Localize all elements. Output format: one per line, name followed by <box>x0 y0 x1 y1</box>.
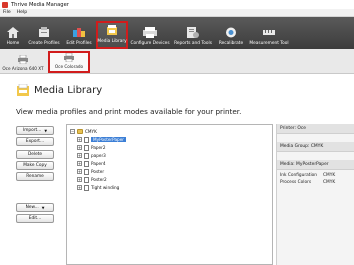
home-icon <box>6 26 20 38</box>
tree-item[interactable]: + paper3 <box>77 152 106 159</box>
main-toolbar: Home Create Profiles Edit Profiles Media… <box>0 17 354 49</box>
configure-devices-label: Configure Devices <box>130 41 170 46</box>
home-button[interactable]: Home <box>2 21 24 49</box>
media-profile-icon <box>84 176 89 183</box>
tree-item-label: Paper2 <box>91 145 106 150</box>
title-bar: Thrive Media Manager <box>0 0 354 9</box>
tree-item[interactable]: + Poster2 <box>77 176 107 183</box>
printer-heading: Printer: Oce <box>277 124 354 134</box>
chevron-down-icon: ▼ <box>44 128 48 133</box>
home-label: Home <box>6 41 20 46</box>
tree-item-label: MyPosterPaper <box>91 137 127 142</box>
menu-file[interactable]: File <box>0 10 14 15</box>
page-subtitle: View media profiles and print modes avai… <box>16 107 242 116</box>
measurement-icon <box>262 26 276 38</box>
edit-button[interactable]: Edit... <box>16 214 54 223</box>
media-heading: Media: MyPosterPaper <box>277 160 354 170</box>
recalibrate-icon <box>224 26 238 38</box>
make-copy-button[interactable]: Make Copy <box>16 161 54 170</box>
edit-profiles-icon <box>72 26 86 38</box>
create-profiles-button[interactable]: Create Profiles <box>26 21 62 49</box>
expand-icon[interactable]: + <box>77 145 82 150</box>
media-group-heading: Media Group: CMYK <box>277 142 354 152</box>
expand-icon[interactable]: + <box>77 153 82 158</box>
new-label: New... <box>25 205 39 210</box>
tree-item[interactable]: + MyPosterPaper <box>77 136 127 143</box>
configure-devices-button[interactable]: Configure Devices <box>130 21 170 49</box>
tree-item[interactable]: + Paper4 <box>77 160 106 167</box>
process-colors-label: Process Colors <box>280 180 312 185</box>
tree-item-label: Tight winding <box>91 185 120 190</box>
media-profile-icon <box>84 168 89 175</box>
tree-item-label: Paper4 <box>91 161 106 166</box>
media-profile-icon <box>84 136 89 143</box>
import-button[interactable]: Import... ▼ <box>16 126 54 135</box>
window-title: Thrive Media Manager <box>11 1 69 8</box>
tree-item-label: Poster <box>91 169 105 174</box>
media-library-label: Media Library <box>97 39 127 44</box>
media-library-icon <box>105 24 119 36</box>
recalibrate-button[interactable]: Recalibrate <box>216 21 246 49</box>
reports-icon <box>186 26 200 38</box>
folder-icon <box>77 129 83 134</box>
create-profiles-icon <box>37 26 51 38</box>
media-library-icon <box>16 83 30 96</box>
expand-icon[interactable]: + <box>77 137 82 142</box>
tree-root-cmyk[interactable]: − CMYK <box>70 128 97 135</box>
process-colors-value: CMYK <box>323 180 336 185</box>
tree-root-label: CMYK <box>85 129 97 134</box>
ink-configuration-value: CMYK <box>323 173 336 178</box>
printer-icon <box>64 52 74 63</box>
import-label: Import... <box>22 128 42 133</box>
ink-configuration-label: Ink Configuration <box>280 173 317 178</box>
expand-icon[interactable]: + <box>77 185 82 190</box>
collapse-icon[interactable]: − <box>70 129 75 134</box>
new-button[interactable]: New... ▼ <box>16 203 54 212</box>
delete-button[interactable]: Delete <box>16 150 54 159</box>
tree-item[interactable]: + Poster <box>77 168 104 175</box>
edit-profiles-button[interactable]: Edit Profiles <box>64 21 94 49</box>
menu-help[interactable]: Help <box>14 10 30 15</box>
reports-and-tools-label: Reports and Tools <box>174 41 212 46</box>
media-profile-icon <box>84 184 89 191</box>
measurement-tool-label: Measurement Tool <box>249 41 289 46</box>
main-content: Media Library View media profiles and pr… <box>0 74 354 265</box>
page-title: Media Library <box>34 84 103 96</box>
printer-oce-arizona-button[interactable]: Oce Arizona 640 XT <box>2 51 44 73</box>
page-header: Media Library <box>16 83 103 96</box>
create-profiles-label: Create Profiles <box>28 41 60 46</box>
media-library-button[interactable]: Media Library <box>96 21 128 49</box>
printer-oce-colorado-button[interactable]: Oce Colorado <box>48 51 90 73</box>
tree-item-label: Poster2 <box>91 177 107 182</box>
media-profile-icon <box>84 152 89 159</box>
tree-item[interactable]: + Tight winding <box>77 184 119 191</box>
expand-icon[interactable]: + <box>77 169 82 174</box>
app-logo-icon <box>2 1 8 8</box>
reports-and-tools-button[interactable]: Reports and Tools <box>172 21 214 49</box>
details-panel: Printer: Oce Media Group: CMYK Media: My… <box>276 124 354 265</box>
chevron-down-icon: ▼ <box>41 205 45 210</box>
media-profile-icon <box>84 160 89 167</box>
printer-icon <box>143 26 157 38</box>
expand-icon[interactable]: + <box>77 177 82 182</box>
tree-item-label: paper3 <box>91 153 106 158</box>
rename-button[interactable]: Rename <box>16 172 54 181</box>
media-profile-icon <box>84 144 89 151</box>
menu-bar: File Help <box>0 9 354 17</box>
recalibrate-label: Recalibrate <box>218 41 244 46</box>
printer-bar: Oce Arizona 640 XT Oce Colorado <box>0 49 354 74</box>
expand-icon[interactable]: + <box>77 161 82 166</box>
printer-oce-arizona-label: Oce Arizona 640 XT <box>2 66 44 71</box>
edit-profiles-label: Edit Profiles <box>66 41 92 46</box>
measurement-tool-button[interactable]: Measurement Tool <box>248 21 290 49</box>
media-tree[interactable]: − CMYK + MyPosterPaper + Paper2 + paper3… <box>66 124 273 265</box>
tree-item[interactable]: + Paper2 <box>77 144 106 151</box>
printer-icon <box>18 54 28 65</box>
export-button[interactable]: Export... <box>16 137 54 146</box>
printer-oce-colorado-label: Oce Colorado <box>54 64 84 69</box>
